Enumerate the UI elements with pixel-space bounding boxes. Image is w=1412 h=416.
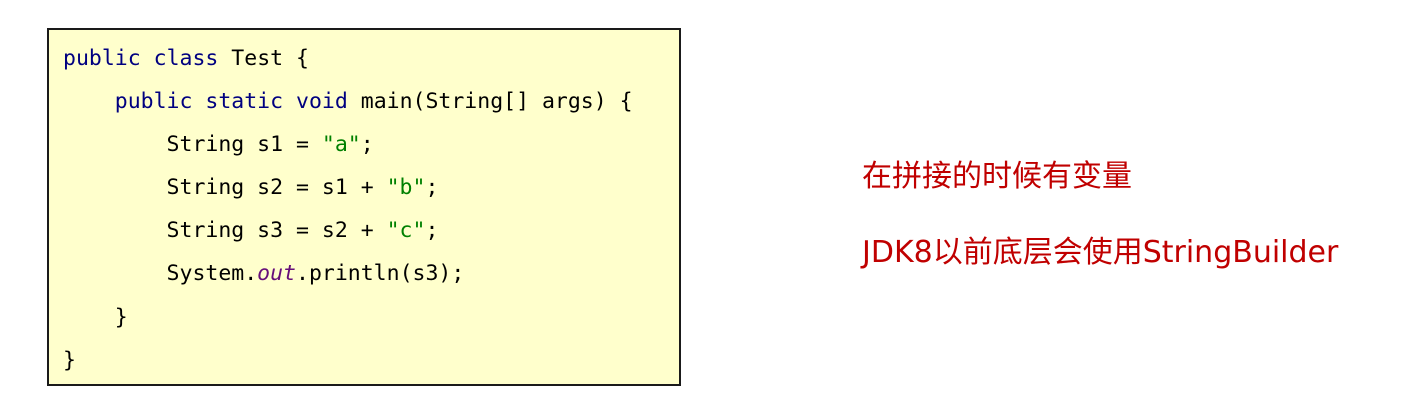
code-token: main(String[] args) {: [347, 89, 633, 114]
code-token: ;: [425, 175, 439, 200]
code-token: String s3 = s2 +: [63, 218, 387, 243]
code-line: }: [63, 303, 128, 333]
code-token: "b": [386, 175, 426, 200]
code-line: }: [63, 346, 76, 376]
code-token: "a": [321, 132, 361, 157]
code-block: public class Test { public static void m…: [47, 28, 681, 386]
code-line: System.out.println(s3);: [63, 259, 465, 289]
code-token: }: [63, 305, 128, 330]
code-line: public class Test {: [63, 44, 309, 74]
annotation-variable-concat: 在拼接的时候有变量: [862, 159, 1132, 194]
code-token: out: [257, 261, 297, 286]
code-line: String s2 = s1 + "b";: [63, 173, 439, 203]
code-token: ;: [360, 132, 374, 157]
annotation-stringbuilder: JDK8以前底层会使用StringBuilder: [862, 235, 1339, 270]
code-token: public: [114, 89, 193, 114]
code-token: }: [63, 348, 76, 373]
code-token: .println(s3);: [296, 261, 465, 286]
code-token: System.: [63, 261, 258, 286]
code-token: ;: [425, 218, 439, 243]
code-line: String s1 = "a";: [63, 130, 374, 160]
code-token: static: [205, 89, 284, 114]
code-line: public static void main(String[] args) {: [63, 87, 633, 117]
code-token: Test {: [218, 46, 309, 71]
code-token: class: [153, 46, 219, 71]
code-token: String s1 =: [63, 132, 322, 157]
code-line: String s3 = s2 + "c";: [63, 216, 439, 246]
code-token: void: [296, 89, 348, 114]
code-token: "c": [386, 218, 426, 243]
code-token: String s2 = s1 +: [63, 175, 387, 200]
code-token: public: [63, 46, 141, 71]
